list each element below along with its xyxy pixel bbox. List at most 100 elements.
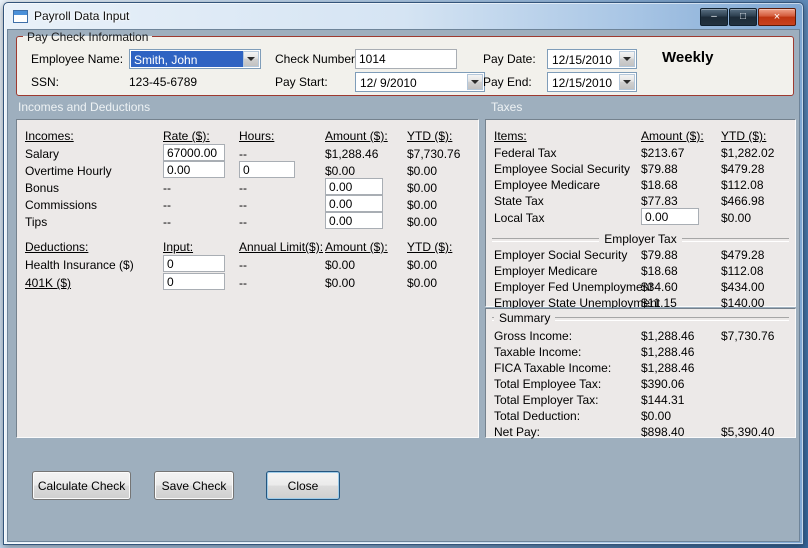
salary-hours: --: [239, 147, 247, 161]
employee-name-value: Smith, John: [131, 51, 243, 67]
bonus-ytd: $0.00: [407, 181, 438, 195]
401k-input[interactable]: [163, 273, 225, 290]
summary-panel: Summary Gross Income: $1,288.46 $7,730.7…: [485, 308, 796, 439]
income-label-overtime: Overtime Hourly: [25, 164, 112, 178]
ytd-col-header: YTD ($):: [407, 129, 453, 143]
summary-label-fica: FICA Taxable Income:: [494, 361, 612, 375]
app-icon: [13, 9, 28, 23]
employer-medicare-ytd: $112.08: [721, 264, 764, 278]
overtime-ytd: $0.00: [407, 164, 438, 178]
state-tax-ytd: $466.98: [721, 194, 765, 208]
input-col-header: Input:: [163, 240, 194, 254]
pay-date-value: 12/15/2010: [552, 53, 613, 67]
bonus-amount-input[interactable]: [325, 178, 383, 195]
save-check-button[interactable]: Save Check: [154, 471, 234, 500]
commissions-amount-input[interactable]: [325, 195, 383, 212]
401k-limit: --: [239, 276, 247, 290]
federal-amount: $213.67: [641, 146, 685, 160]
pay-start-value: 12/ 9/2010: [360, 76, 417, 90]
overtime-rate-input[interactable]: [163, 161, 225, 178]
local-tax-ytd: $0.00: [721, 211, 752, 225]
overtime-amount: $0.00: [325, 164, 356, 178]
commissions-hours: --: [239, 198, 247, 212]
health-insurance-input[interactable]: [163, 255, 225, 272]
amount-col-header: Amount ($):: [325, 129, 388, 143]
gross-amount: $1,288.46: [641, 329, 695, 343]
health-ytd: $0.00: [407, 258, 438, 272]
overtime-hours-input[interactable]: [239, 161, 295, 178]
summary-label-total-employee-tax: Total Employee Tax:: [494, 377, 602, 391]
pay-end-value: 12/15/2010: [552, 76, 613, 90]
window-title: Payroll Data Input: [34, 9, 130, 23]
chevron-down-icon[interactable]: [619, 74, 635, 90]
close-icon: ×: [773, 10, 781, 23]
hours-col-header: Hours:: [239, 129, 275, 143]
employee-name-select[interactable]: Smith, John: [129, 49, 261, 69]
desktop-background: Payroll Data Input – □ × Pay Check Infor…: [0, 0, 808, 548]
employer-ss-ytd: $479.28: [721, 248, 765, 262]
tax-label-employer-ss: Employer Social Security: [494, 248, 628, 262]
pay-end-picker[interactable]: 12/15/2010: [547, 72, 637, 92]
pay-start-picker[interactable]: 12/ 9/2010: [355, 72, 485, 92]
check-number-label: Check Number:: [275, 52, 359, 66]
employer-medicare-amount: $18.68: [641, 264, 678, 278]
chevron-down-icon[interactable]: [243, 51, 259, 67]
401k-ytd: $0.00: [407, 276, 438, 290]
minimize-icon: –: [711, 11, 717, 22]
pay-start-label: Pay Start:: [275, 75, 328, 89]
salary-amount: $1,288.46: [325, 147, 379, 161]
income-label-commissions: Commissions: [25, 198, 98, 212]
summary-label-total-deduction: Total Deduction:: [494, 409, 581, 423]
income-label-tips: Tips: [25, 215, 48, 229]
summary-label-total-employer-tax: Total Employer Tax:: [494, 393, 599, 407]
ded-amount-col-header: Amount ($):: [325, 240, 388, 254]
total-deduction-amount: $0.00: [641, 409, 672, 423]
employer-tax-group-header: Employer Tax: [492, 232, 789, 246]
close-window-button[interactable]: ×: [758, 8, 796, 26]
local-tax-input[interactable]: [641, 208, 699, 225]
pay-date-picker[interactable]: 12/15/2010: [547, 49, 637, 69]
calculate-check-button[interactable]: Calculate Check: [32, 471, 131, 500]
deduction-label-401k-link[interactable]: 401K ($): [25, 276, 71, 290]
check-number-input[interactable]: [355, 49, 457, 69]
tax-label-employer-medicare: Employer Medicare: [494, 264, 598, 278]
section-label-taxes: Taxes: [491, 100, 523, 114]
incomes-deductions-panel: Incomes: Rate ($): Hours: Amount ($): YT…: [16, 119, 479, 438]
chevron-down-icon[interactable]: [467, 74, 483, 90]
taxable-amount: $1,288.46: [641, 345, 695, 359]
deduction-label-health-insurance: Health Insurance ($): [25, 258, 134, 272]
tips-amount-input[interactable]: [325, 212, 383, 229]
tips-ytd: $0.00: [407, 215, 438, 229]
titlebar[interactable]: Payroll Data Input: [4, 3, 803, 29]
health-limit: --: [239, 258, 247, 272]
employee-ss-amount: $79.88: [641, 162, 678, 176]
tax-label-employer-fed-unemployment: Employer Fed Unemployment: [494, 280, 653, 294]
minimize-button[interactable]: –: [700, 8, 728, 26]
paycheck-info-group: Pay Check Information Employee Name: Smi…: [16, 30, 794, 96]
maximize-icon: □: [739, 11, 747, 22]
gross-ytd: $7,730.76: [721, 329, 775, 343]
net-pay-ytd: $5,390.40: [721, 425, 775, 439]
net-pay-amount: $898.40: [641, 425, 685, 439]
fica-amount: $1,288.46: [641, 361, 695, 375]
salary-ytd: $7,730.76: [407, 147, 461, 161]
income-label-salary: Salary: [25, 147, 60, 161]
ssn-value: 123-45-6789: [129, 75, 198, 89]
salary-rate-input[interactable]: [163, 144, 225, 161]
employee-ss-ytd: $479.28: [721, 162, 765, 176]
summary-title: Summary: [494, 311, 556, 325]
employer-fed-unemployment-ytd: $434.00: [721, 280, 765, 294]
federal-ytd: $1,282.02: [721, 146, 775, 160]
payroll-window: Payroll Data Input – □ × Pay Check Infor…: [3, 2, 804, 545]
maximize-button[interactable]: □: [729, 8, 757, 26]
chevron-down-icon[interactable]: [619, 51, 635, 67]
tax-label-employee-ss: Employee Social Security: [494, 162, 631, 176]
close-dialog-button[interactable]: Close: [266, 471, 340, 500]
commissions-ytd: $0.00: [407, 198, 438, 212]
client-area: Pay Check Information Employee Name: Smi…: [7, 29, 800, 542]
tax-ytd-col-header: YTD ($):: [721, 129, 767, 143]
rate-col-header: Rate ($):: [163, 129, 210, 143]
annual-limit-col-header: Annual Limit($):: [239, 240, 324, 254]
employer-tax-title: Employer Tax: [599, 232, 682, 246]
summary-label-taxable: Taxable Income:: [494, 345, 582, 359]
